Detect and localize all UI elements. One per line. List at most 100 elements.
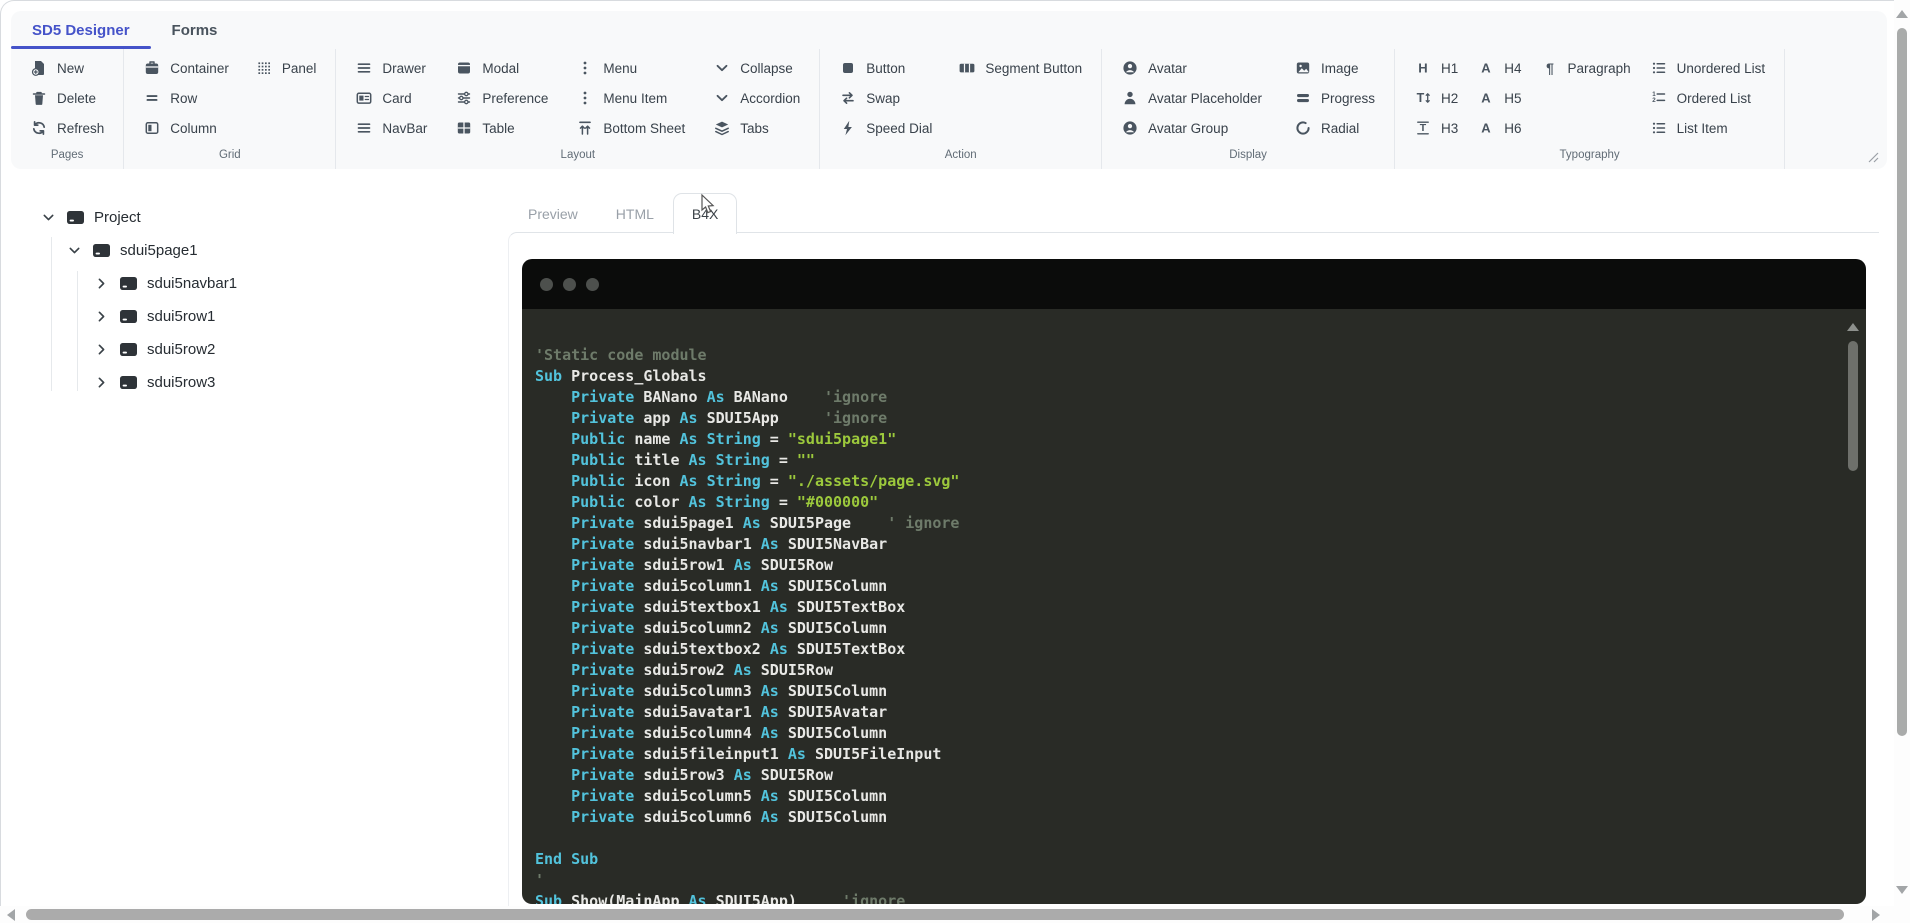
toolbar-button-speed-dial[interactable]: Speed Dial [836, 115, 935, 141]
mouse-cursor-icon [701, 193, 715, 214]
chevron-down-icon[interactable] [41, 210, 57, 226]
toolbar-button-menu[interactable]: Menu [573, 55, 688, 81]
toolbar-button-delete[interactable]: Delete [27, 85, 107, 111]
toolbar-button-label: H5 [1504, 90, 1522, 106]
toolbar-button-h1[interactable]: H H1 [1411, 55, 1461, 81]
toolbar-button-label: Bottom Sheet [603, 120, 686, 136]
code-token: SDUI5Column [778, 577, 888, 595]
toolbar-button-list-item[interactable]: List Item [1647, 115, 1769, 141]
code-token: Private [571, 745, 635, 763]
window-dot-icon [563, 277, 576, 291]
tree-item-sdui5row1[interactable]: sdui5row1 [31, 300, 461, 333]
toolbar-button-radial[interactable]: Radial [1291, 115, 1378, 141]
toolbar-button-drawer[interactable]: Drawer [352, 55, 430, 81]
code-line: Private sdui5fileinput1 As SDUI5FileInpu… [535, 744, 1832, 765]
toolbar-button-h6[interactable]: A H6 [1474, 115, 1524, 141]
toolbar-button-avatar-placeholder[interactable]: Avatar Placeholder [1118, 85, 1265, 111]
code-token: Private [571, 619, 635, 637]
toolbar-button-navbar[interactable]: NavBar [352, 115, 430, 141]
toolbar-button-h2[interactable]: T H2 [1411, 85, 1461, 111]
editor-tab-html[interactable]: HTML [597, 193, 673, 233]
chevron-down-icon[interactable] [67, 243, 83, 259]
toolbar-button-progress[interactable]: Progress [1291, 85, 1378, 111]
page-horizontal-scrollbar[interactable] [0, 906, 1894, 923]
app-tab-sd5-designer[interactable]: SD5 Designer [11, 11, 151, 49]
toolbar-button-paragraph[interactable]: ¶ Paragraph [1538, 55, 1634, 81]
tree-item-sdui5row3[interactable]: sdui5row3 [31, 366, 461, 399]
toolbar-button-h5[interactable]: A H5 [1474, 85, 1524, 111]
page-vertical-scrollbar[interactable] [1894, 0, 1910, 923]
toolbar-button-label: Delete [57, 90, 97, 106]
chevron-right-icon[interactable] [94, 309, 110, 325]
toolbar-button-segment-button[interactable]: Segment Button [955, 55, 1085, 81]
editor-scroll-up-icon[interactable] [1847, 323, 1859, 331]
tree-item-sdui5navbar1[interactable]: sdui5navbar1 [31, 267, 461, 300]
toolbar-button-image[interactable]: Image [1291, 55, 1378, 81]
toolbar-button-tabs[interactable]: Tabs [710, 115, 803, 141]
page-hscrollbar-thumb[interactable] [26, 909, 1844, 920]
code-token: sdui5column2 [634, 619, 761, 637]
scroll-right-arrow-icon[interactable] [1872, 909, 1880, 921]
code-editor[interactable]: 'Static code module Sub Process_Globals P… [522, 309, 1866, 904]
toolbar-button-unordered-list[interactable]: Unordered List [1647, 55, 1769, 81]
chevron-right-icon[interactable] [94, 375, 110, 391]
scroll-down-arrow-icon[interactable] [1896, 886, 1908, 894]
code-token: Private [571, 514, 635, 532]
refresh-icon [30, 119, 48, 137]
toolbar-button-new[interactable]: New [27, 55, 107, 81]
page-vscrollbar-thumb[interactable] [1897, 28, 1907, 736]
code-token: As [679, 472, 698, 490]
toolbar-button-row[interactable]: Row [140, 85, 232, 111]
chevron-right-icon[interactable] [94, 342, 110, 358]
toolbar-button-menu-item[interactable]: Menu Item [573, 85, 688, 111]
toolbar-button-swap[interactable]: Swap [836, 85, 935, 111]
toolbar-button-button[interactable]: Button [836, 55, 935, 81]
toolbar-button-h3[interactable]: T H3 [1411, 115, 1461, 141]
resize-grip-icon[interactable] [1868, 152, 1879, 163]
tree-item-sdui5page1[interactable]: sdui5page1 [31, 234, 461, 267]
toolbar-button-card[interactable]: Card [352, 85, 430, 111]
toolbar-button-accordion[interactable]: Accordion [710, 85, 803, 111]
preference-icon [455, 89, 473, 107]
toolbar-button-panel[interactable]: Panel [252, 55, 320, 81]
toolbar-button-avatar-group[interactable]: Avatar Group [1118, 115, 1265, 141]
toolbar-button-table[interactable]: Table [452, 115, 551, 141]
code-line: Private sdui5page1 As SDUI5Page ' ignore [535, 513, 1832, 534]
toolbar-button-label: Speed Dial [866, 120, 933, 136]
toolbar-button-h4[interactable]: A H4 [1474, 55, 1524, 81]
ribbon-group-pages: New Delete Refresh Pages [11, 49, 125, 169]
toolbar-button-collapse[interactable]: Collapse [710, 55, 803, 81]
tree-item-project[interactable]: Project [31, 201, 461, 234]
scroll-up-arrow-icon[interactable] [1896, 10, 1908, 18]
ribbon-group-label: Typography [1559, 149, 1620, 161]
paragraph-icon: ¶ [1541, 59, 1559, 77]
avatar-icon [1121, 59, 1139, 77]
toolbar-button-bottom-sheet[interactable]: Bottom Sheet [573, 115, 688, 141]
code-token: As [706, 388, 725, 406]
toolbar-button-label: H3 [1441, 120, 1459, 136]
app-tab-forms[interactable]: Forms [151, 11, 239, 49]
tree-item-sdui5row2[interactable]: sdui5row2 [31, 333, 461, 366]
toolbar-button-ordered-list[interactable]: 1 2 Ordered List [1647, 85, 1769, 111]
chevron-right-icon[interactable] [94, 276, 110, 292]
editor-tab-preview[interactable]: Preview [509, 193, 597, 233]
toolbar-button-refresh[interactable]: Refresh [27, 115, 107, 141]
editor-scrollbar-thumb[interactable] [1848, 341, 1858, 471]
segment-button-icon [958, 59, 976, 77]
toolbar-button-modal[interactable]: Modal [452, 55, 551, 81]
toolbar-button-container[interactable]: Container [140, 55, 232, 81]
code-line: Private sdui5avatar1 As SDUI5Avatar [535, 702, 1832, 723]
code-token: icon [625, 472, 680, 490]
code-token: Private [571, 787, 635, 805]
code-token: As [688, 892, 707, 904]
scroll-left-arrow-icon[interactable] [7, 909, 15, 921]
toolbar-button-preference[interactable]: Preference [452, 85, 551, 111]
toolbar-button-column[interactable]: Column [140, 115, 232, 141]
code-token: End Sub [535, 850, 599, 868]
toolbar-button-avatar[interactable]: Avatar [1118, 55, 1265, 81]
